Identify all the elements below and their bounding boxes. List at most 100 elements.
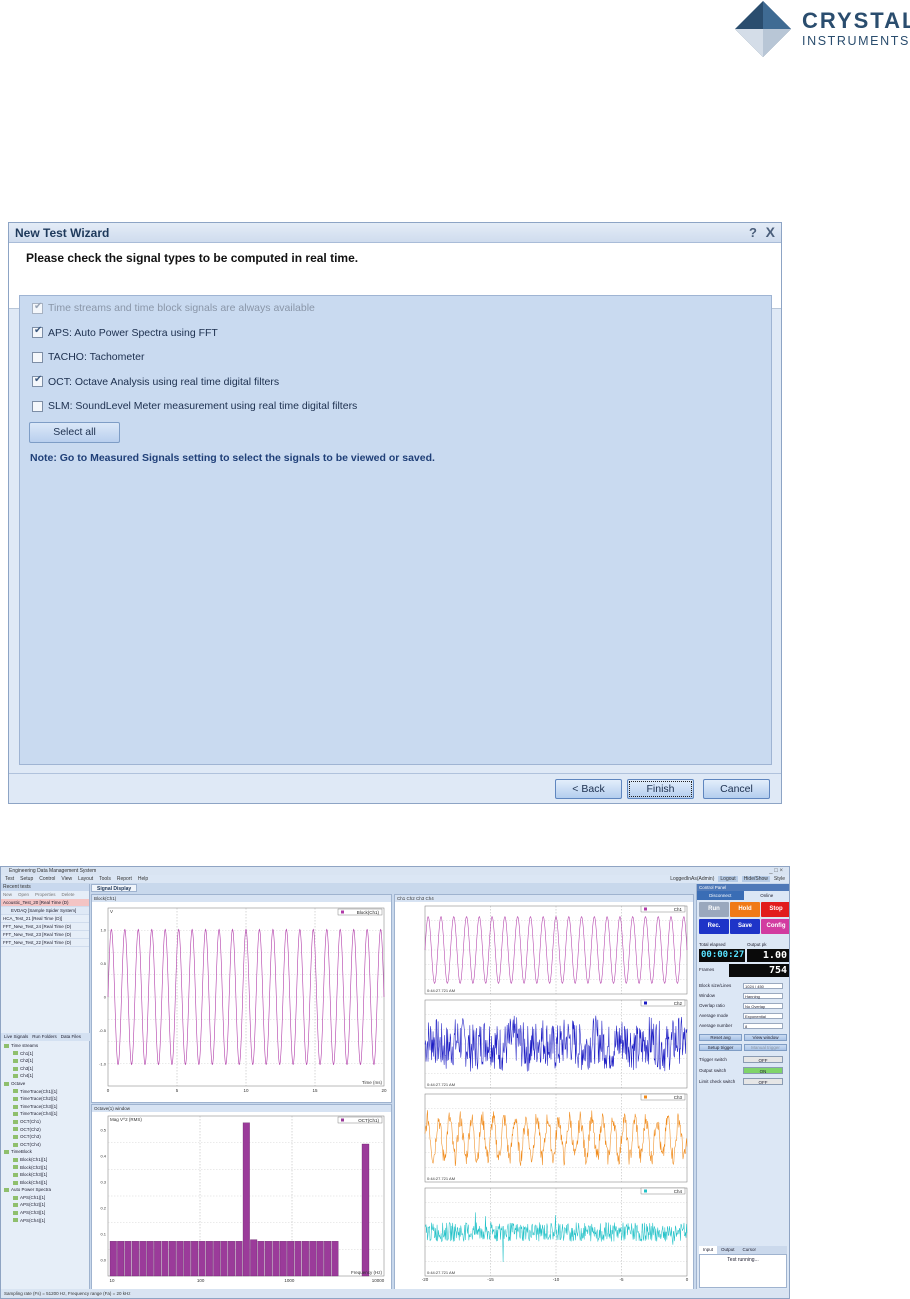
menu-item-2[interactable]: Control [39, 876, 55, 882]
toolbar-item-0[interactable]: LoggedInAs(Admin) [670, 876, 714, 882]
tab-online[interactable]: Online [744, 891, 790, 900]
help-icon[interactable]: ? [749, 225, 757, 240]
option-checkbox[interactable] [32, 374, 43, 387]
octave-bar [228, 1241, 235, 1277]
control-button-hold[interactable]: Hold [730, 902, 760, 917]
cancel-button[interactable]: Cancel [703, 779, 770, 799]
tree-leaf[interactable]: OCT(Ch3) [1, 1133, 90, 1141]
setting-value-field[interactable]: 1024 / 450 [743, 983, 783, 989]
tree-leaf[interactable]: OCT(Ch4) [1, 1141, 90, 1149]
tree-leaf[interactable]: TimeTrace(Ch2)[1] [1, 1095, 90, 1103]
menu-item-7[interactable]: Help [138, 876, 148, 882]
recent-test-item[interactable]: HCA_Test_21 [Real Time (D)] [1, 915, 89, 923]
view-window-button[interactable]: View window [744, 1034, 787, 1041]
tree-leaf[interactable]: Block(Ch3)[1] [1, 1171, 90, 1179]
tab-signal-display[interactable]: Signal Display [91, 884, 138, 892]
back-button[interactable]: < Back [555, 779, 622, 799]
toggle-switch[interactable]: ON [743, 1067, 783, 1074]
menu-item-5[interactable]: Tools [99, 876, 111, 882]
tab-cursor[interactable]: Cursor [739, 1246, 761, 1254]
finish-button[interactable]: Finish [627, 779, 694, 799]
signal-option-4[interactable]: SLM: SoundLevel Meter measurement using … [32, 398, 357, 414]
tree-leaf[interactable]: APS(Ch3)[1] [1, 1209, 90, 1217]
tab-input[interactable]: Input [699, 1246, 718, 1254]
recent-test-item[interactable]: Acoustic_Test_20 [Real Time (D) [1, 899, 89, 907]
menu-item-0[interactable]: Test [5, 876, 14, 882]
reset-avg-button[interactable]: Reset avg [699, 1034, 742, 1041]
tree-leaf[interactable]: Ch1[1] [1, 1050, 90, 1058]
control-button-config[interactable]: Config [761, 919, 789, 934]
tree-leaf[interactable]: Block(Ch1)[1] [1, 1156, 90, 1164]
toggle-switch[interactable]: OFF [743, 1078, 783, 1085]
signal-option-1[interactable]: APS: Auto Power Spectra using FFT [32, 325, 218, 341]
menu-item-1[interactable]: Setup [20, 876, 33, 882]
option-checkbox[interactable] [32, 351, 43, 363]
toolbar-item-1[interactable]: Logout [718, 876, 738, 882]
tree-leaf[interactable]: Ch4[1] [1, 1072, 90, 1080]
tree-leaf[interactable]: Ch3[1] [1, 1065, 90, 1073]
close-icon[interactable]: X [766, 224, 775, 240]
tab-disconnect[interactable]: Disconnect [697, 891, 744, 900]
select-all-button[interactable]: Select all [29, 422, 120, 443]
menu-item-6[interactable]: Report [117, 876, 132, 882]
setup-trigger-button[interactable]: Setup trigger [699, 1044, 742, 1051]
recent-test-item[interactable]: FFT_New_Test_23 [Real Time (D) [1, 931, 89, 939]
tree-group[interactable]: Time streams [1, 1042, 90, 1050]
tree-group[interactable]: TimeBlock [1, 1148, 90, 1156]
recent-tool-1[interactable]: Open [18, 892, 29, 897]
signal-icon [13, 1089, 18, 1094]
tree-leaf[interactable]: Block(Ch4)[1] [1, 1179, 90, 1187]
tree-leaf[interactable]: TimeTrace(Ch3)[1] [1, 1103, 90, 1111]
recent-test-item[interactable]: FFT_New_Test_22 [Real Time (D) [1, 939, 89, 947]
left-tab-2[interactable]: Data Files [61, 1034, 81, 1039]
control-button-rec[interactable]: Rec. [699, 919, 729, 934]
tree-leaf[interactable]: Ch2[1] [1, 1057, 90, 1065]
tree-leaf[interactable]: APS(Ch1)[1] [1, 1194, 90, 1202]
tree-group[interactable]: Auto Power Spectra [1, 1186, 90, 1194]
tree-leaf[interactable]: TimeTrace(Ch4)[1] [1, 1110, 90, 1118]
x-tick-label: -10 [553, 1277, 560, 1282]
tree-leaf-label: Ch4[1] [20, 1073, 34, 1079]
left-tab-1[interactable]: Run Folders [32, 1034, 57, 1039]
tree-group-label: TimeBlock [11, 1149, 32, 1155]
toolbar-item-2[interactable]: Hide/Show [741, 876, 770, 882]
legend-swatch [341, 910, 344, 914]
signal-icon [13, 1142, 18, 1147]
option-checkbox[interactable] [32, 325, 43, 338]
menu-item-3[interactable]: View [61, 876, 72, 882]
switch-label: Trigger switch [699, 1057, 727, 1062]
control-button-run[interactable]: Run [699, 902, 729, 917]
tree-leaf[interactable]: TimeTrace(Ch1)[1] [1, 1088, 90, 1096]
tree-leaf-label: TimeTrace(Ch3)[1] [20, 1103, 58, 1109]
octave-bar [139, 1241, 147, 1277]
recent-test-item[interactable]: FFT_New_Test_24 [Real Time (D) [1, 923, 89, 931]
window-controls-icon[interactable]: _ □ × [769, 867, 783, 875]
signal-option-3[interactable]: OCT: Octave Analysis using real time dig… [32, 374, 279, 390]
toggle-switch[interactable]: OFF [743, 1056, 783, 1063]
recent-test-item[interactable]: EVDAQ [Sample Spider System] [1, 907, 89, 915]
tree-leaf[interactable]: OCT(Ch2) [1, 1126, 90, 1134]
tree-leaf[interactable]: Block(Ch2)[1] [1, 1164, 90, 1172]
toolbar-item-3[interactable]: Style [774, 876, 785, 882]
recent-tool-2[interactable]: Properties [35, 892, 56, 897]
recent-tool-0[interactable]: New [3, 892, 12, 897]
setting-value-field[interactable]: 8 [743, 1023, 783, 1029]
control-button-save[interactable]: Save [730, 919, 760, 934]
manual-trigger-button[interactable]: Manual trigger [744, 1044, 787, 1051]
option-checkbox[interactable] [32, 400, 43, 412]
setting-value-field[interactable]: Exponential [743, 1013, 783, 1019]
tree-leaf[interactable]: APS(Ch4)[1] [1, 1217, 90, 1225]
control-button-stop[interactable]: Stop [761, 902, 789, 917]
setting-value-field[interactable]: No Overlap [743, 1003, 783, 1009]
tree-group[interactable]: Octave [1, 1080, 90, 1088]
setting-value-field[interactable]: Hanning [743, 993, 783, 999]
tree-leaf[interactable]: APS(Ch2)[1] [1, 1201, 90, 1209]
tree-leaf[interactable]: OCT(Ch1) [1, 1118, 90, 1126]
tab-output[interactable]: Output [717, 1246, 739, 1254]
signal-icon [13, 1218, 18, 1223]
recent-tool-3[interactable]: Delete [62, 892, 75, 897]
menu-item-4[interactable]: Layout [78, 876, 93, 882]
left-tab-0[interactable]: Live Signals [4, 1034, 28, 1039]
legend-swatch [644, 907, 647, 911]
signal-option-2[interactable]: TACHO: Tachometer [32, 349, 144, 365]
